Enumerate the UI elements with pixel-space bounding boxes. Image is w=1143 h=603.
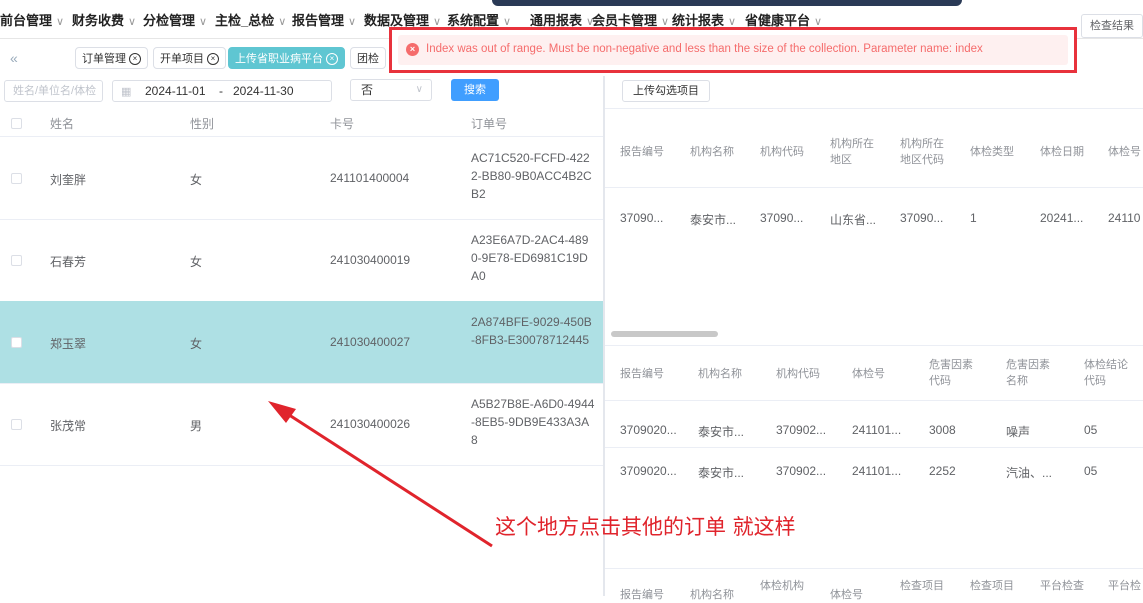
annotation-text: 这个地方点击其他的订单 就这样 [495,515,796,539]
annotation-arrow [268,401,493,548]
